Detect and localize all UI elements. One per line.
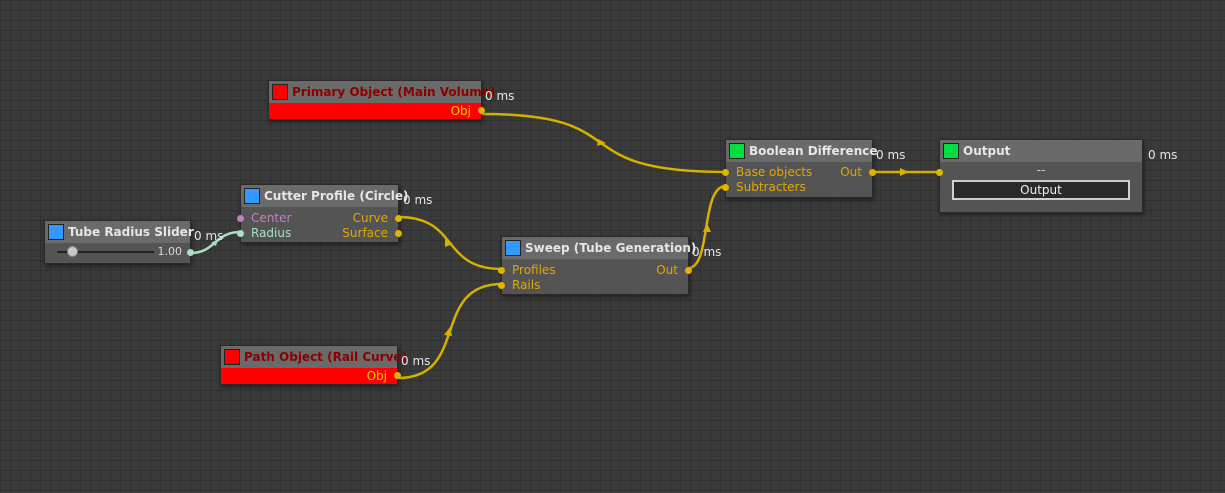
- node-title: Path Object (Rail Curve): [244, 350, 408, 364]
- cutter-profile-node[interactable]: Cutter Profile (Circle) 0 ms Center Curv…: [237, 184, 432, 243]
- output-label: Obj: [450, 104, 471, 118]
- node-header[interactable]: Path Object (Rail Curve) 0 ms: [221, 346, 430, 368]
- node-header[interactable]: Boolean Difference 0 ms: [726, 140, 905, 162]
- output-label: Out: [840, 165, 862, 179]
- port-row: Radius Surface: [237, 226, 402, 241]
- tube-radius-slider-node[interactable]: Tube Radius Slider 0 ms 1.00: [44, 220, 223, 264]
- slider-value: 1.00: [157, 245, 183, 258]
- input-port[interactable]: [936, 169, 943, 176]
- output-port[interactable]: [869, 169, 876, 176]
- color-swatch[interactable]: [943, 143, 959, 159]
- node-time: 0 ms: [403, 193, 433, 207]
- boolean-difference-node[interactable]: Boolean Difference 0 ms Base objects Out…: [722, 139, 905, 198]
- slider-row: 1.00: [45, 243, 194, 261]
- node-time: 0 ms: [1148, 148, 1178, 162]
- node-header[interactable]: Tube Radius Slider 0 ms: [45, 221, 223, 243]
- node-time: 0 ms: [401, 354, 431, 368]
- wire-arrow: [703, 223, 711, 232]
- rails-port[interactable]: [498, 282, 505, 289]
- output-label-surface: Surface: [342, 226, 388, 240]
- node-title: Output: [963, 144, 1011, 158]
- input-label-profiles: Profiles: [512, 263, 556, 277]
- output-port[interactable]: [187, 249, 194, 256]
- profiles-port[interactable]: [498, 267, 505, 274]
- primary-object-node[interactable]: Primary Object (Main Volume) 0 ms Obj: [268, 80, 514, 120]
- input-label-rails: Rails: [512, 278, 541, 292]
- output-port[interactable]: [394, 372, 401, 379]
- color-swatch[interactable]: [505, 240, 521, 256]
- output-value: --: [1036, 163, 1046, 177]
- node-title: Boolean Difference: [749, 144, 878, 158]
- port-row: Base objects Out: [722, 165, 876, 180]
- sweep-node[interactable]: Sweep (Tube Generation) 0 ms Profiles Ou…: [498, 236, 721, 295]
- node-header[interactable]: Primary Object (Main Volume) 0 ms: [269, 81, 514, 103]
- node-time: 0 ms: [876, 148, 906, 162]
- node-title: Primary Object (Main Volume): [292, 85, 496, 99]
- input-label-radius: Radius: [251, 226, 292, 240]
- color-swatch[interactable]: [729, 143, 745, 159]
- curve-port[interactable]: [395, 215, 402, 222]
- port-row: Center Curve: [237, 211, 402, 226]
- input-label-base-objects: Base objects: [736, 165, 813, 179]
- port-row: Subtracters: [722, 180, 872, 195]
- port-row: Profiles Out: [498, 263, 692, 278]
- node-graph-canvas[interactable]: Primary Object (Main Volume) 0 ms Obj Bo…: [0, 0, 1225, 493]
- node-header[interactable]: Cutter Profile (Circle) 0 ms: [241, 185, 432, 207]
- node-title: Tube Radius Slider: [68, 225, 194, 239]
- color-swatch[interactable]: [48, 224, 64, 240]
- output-bar: Obj: [221, 368, 401, 384]
- node-time: 0 ms: [485, 89, 515, 103]
- output-node[interactable]: Output 0 ms -- Output: [936, 139, 1177, 213]
- output-port[interactable]: [685, 267, 692, 274]
- output-label-curve: Curve: [352, 211, 388, 225]
- input-label-subtracters: Subtracters: [736, 180, 806, 194]
- output-bar: Obj: [269, 103, 485, 119]
- path-object-node[interactable]: Path Object (Rail Curve) 0 ms Obj: [220, 345, 430, 385]
- node-header[interactable]: Output 0 ms: [940, 140, 1177, 162]
- output-button[interactable]: Output: [952, 180, 1130, 200]
- node-time: 0 ms: [692, 245, 722, 259]
- node-title: Sweep (Tube Generation): [525, 241, 697, 255]
- subtracters-port[interactable]: [722, 184, 729, 191]
- output-label: Obj: [366, 369, 387, 383]
- wire-arrow: [900, 168, 909, 176]
- node-header[interactable]: Sweep (Tube Generation) 0 ms: [502, 237, 721, 259]
- output-port[interactable]: [478, 107, 485, 114]
- surface-port[interactable]: [395, 230, 402, 237]
- input-label-center: Center: [251, 211, 292, 225]
- radius-port[interactable]: [237, 230, 244, 237]
- base-objects-port[interactable]: [722, 169, 729, 176]
- node-title: Cutter Profile (Circle): [264, 189, 409, 203]
- node-time: 0 ms: [194, 229, 224, 243]
- port-row: Rails: [498, 278, 688, 293]
- color-swatch[interactable]: [272, 84, 288, 100]
- color-swatch[interactable]: [224, 349, 240, 365]
- center-port[interactable]: [237, 215, 244, 222]
- color-swatch[interactable]: [244, 188, 260, 204]
- slider-knob[interactable]: [67, 246, 78, 257]
- output-label: Out: [656, 263, 678, 277]
